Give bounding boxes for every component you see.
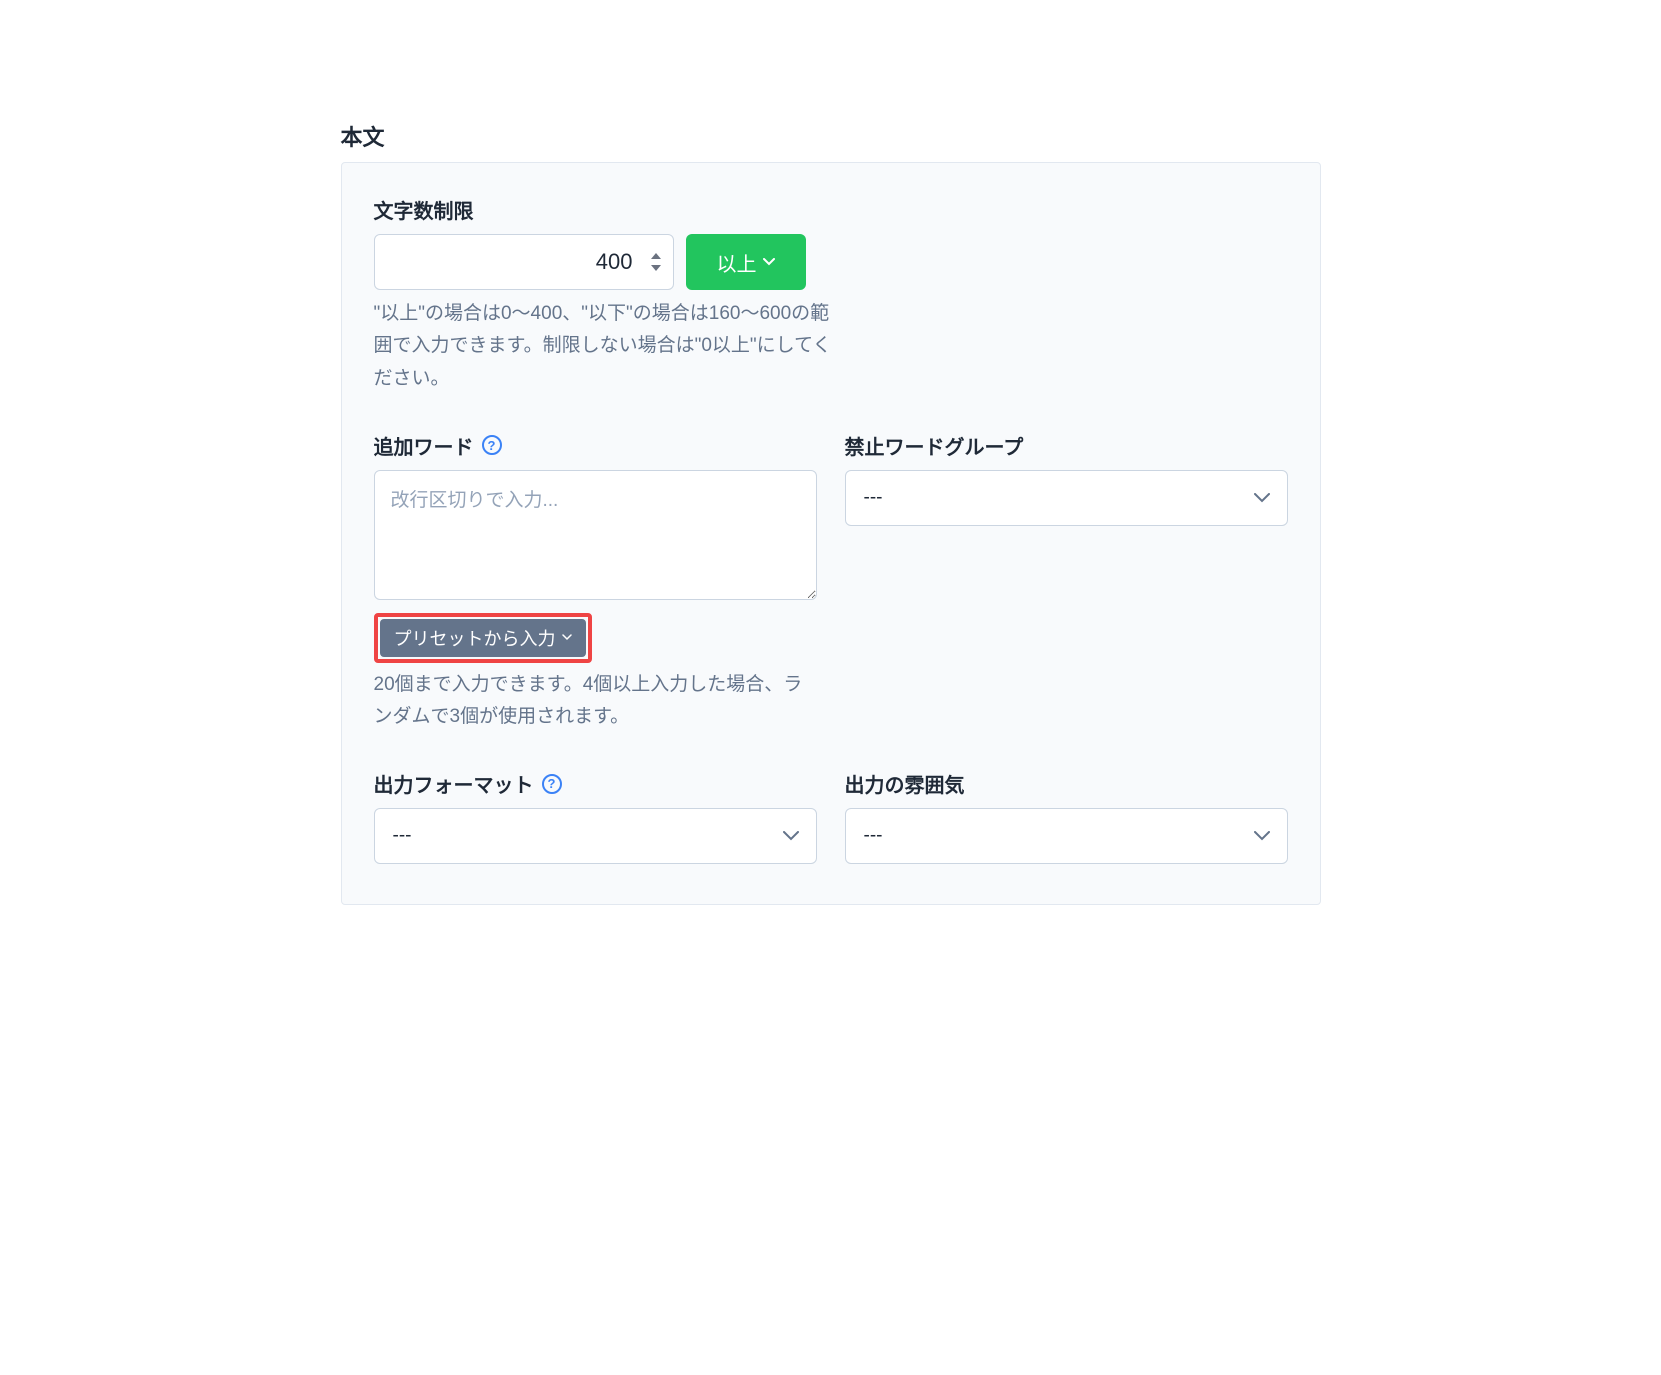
char-limit-group: 文字数制限 以上 bbox=[374, 195, 844, 395]
additional-words-label: 追加ワード bbox=[374, 431, 474, 460]
section-title: 本文 bbox=[341, 120, 1321, 152]
char-limit-row: 以上 bbox=[374, 234, 844, 290]
range-condition-button[interactable]: 以上 bbox=[686, 234, 806, 290]
help-icon[interactable]: ? bbox=[542, 774, 562, 794]
output-row: 出力フォーマット ? --- 出力の雰囲気 --- bbox=[374, 769, 1288, 864]
additional-words-help: 20個まで入力できます。4個以上入力した場合、ランダムで3個が使用されます。 bbox=[374, 669, 817, 734]
words-row: 追加ワード ? プリセットから入力 20個まで入力できます。4個以上入力した場合… bbox=[374, 431, 1288, 770]
output-format-select-wrapper: --- bbox=[374, 808, 817, 864]
caret-up-icon bbox=[651, 253, 661, 259]
output-mood-select[interactable]: --- bbox=[845, 808, 1288, 864]
help-icon[interactable]: ? bbox=[482, 435, 502, 455]
forbidden-words-selected: --- bbox=[864, 487, 883, 509]
forbidden-words-label: 禁止ワードグループ bbox=[845, 431, 1288, 460]
output-format-group: 出力フォーマット ? --- bbox=[374, 769, 817, 864]
preset-button-highlight: プリセットから入力 bbox=[374, 613, 592, 663]
preset-button-label: プリセットから入力 bbox=[394, 625, 556, 651]
output-format-label-row: 出力フォーマット ? bbox=[374, 769, 817, 798]
spinner-buttons bbox=[648, 250, 664, 274]
additional-words-label-row: 追加ワード ? bbox=[374, 431, 817, 460]
settings-panel: 文字数制限 以上 bbox=[341, 162, 1321, 905]
output-format-select[interactable]: --- bbox=[374, 808, 817, 864]
output-mood-label: 出力の雰囲気 bbox=[845, 769, 1288, 798]
caret-down-icon bbox=[651, 265, 661, 271]
chevron-down-icon bbox=[562, 634, 572, 641]
output-mood-select-wrapper: --- bbox=[845, 808, 1288, 864]
forbidden-words-select[interactable]: --- bbox=[845, 470, 1288, 526]
main-container: 本文 文字数制限 以上 bbox=[341, 120, 1321, 905]
spinner-down[interactable] bbox=[648, 262, 664, 274]
char-limit-help: "以上"の場合は0〜400、"以下"の場合は160〜600の範囲で入力できます。… bbox=[374, 298, 834, 395]
char-limit-label: 文字数制限 bbox=[374, 195, 844, 224]
char-limit-input-wrapper bbox=[374, 234, 674, 290]
output-mood-selected: --- bbox=[864, 825, 883, 847]
range-condition-label: 以上 bbox=[717, 248, 757, 277]
additional-words-group: 追加ワード ? プリセットから入力 20個まで入力できます。4個以上入力した場合… bbox=[374, 431, 817, 734]
additional-words-input[interactable] bbox=[374, 470, 817, 600]
spinner-up[interactable] bbox=[648, 250, 664, 262]
preset-input-button[interactable]: プリセットから入力 bbox=[380, 619, 586, 657]
chevron-down-icon bbox=[763, 258, 775, 266]
output-mood-group: 出力の雰囲気 --- bbox=[845, 769, 1288, 864]
forbidden-words-select-wrapper: --- bbox=[845, 470, 1288, 526]
output-format-label: 出力フォーマット bbox=[374, 769, 534, 798]
char-limit-input[interactable] bbox=[374, 234, 674, 290]
forbidden-words-group: 禁止ワードグループ --- bbox=[845, 431, 1288, 770]
output-format-selected: --- bbox=[393, 825, 412, 847]
